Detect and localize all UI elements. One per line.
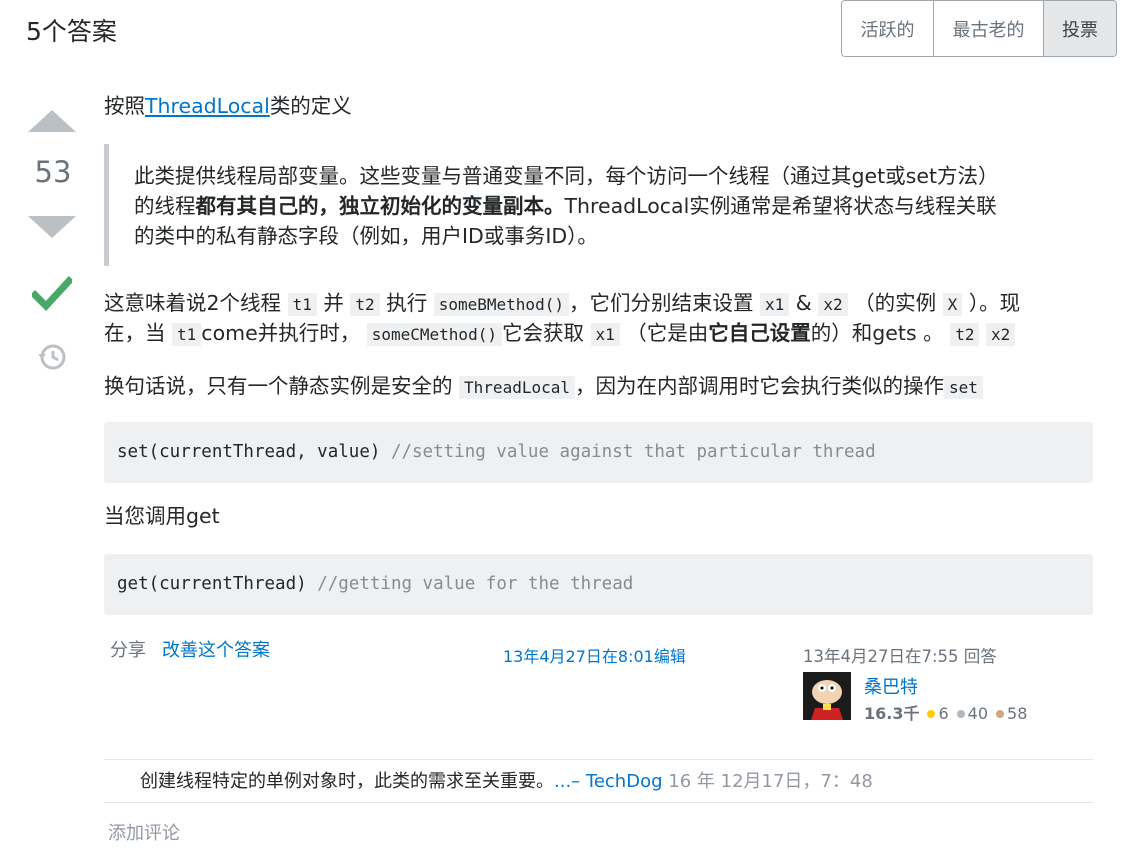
add-comment-link[interactable]: 添加评论 — [108, 819, 180, 845]
arrow-down-icon[interactable] — [28, 216, 76, 238]
gold-badge-count: 6 — [938, 704, 949, 723]
code-comment: //setting value against that particular … — [390, 442, 876, 462]
inline-code: t2 — [350, 293, 380, 316]
paragraph-static-instance: 换句话说，只有一个静态实例是安全的 ThreadLocal ，因为在内部调用时它会… — [104, 372, 983, 402]
quote-line-2: 的线程都有其自己的，独立初始化的变量副本。ThreadLocal实例通常是希望将… — [134, 192, 997, 220]
text: 的）和gets 。 — [810, 321, 944, 345]
inline-code: set — [944, 376, 983, 399]
silver-badge-count: 40 — [967, 704, 989, 723]
silver-badge-icon — [956, 710, 965, 718]
comment-age: 16 年 — [668, 771, 715, 792]
inline-code: t1 — [172, 323, 202, 346]
bold-text: 都有其自己的，独立初始化的变量副本。 — [195, 194, 565, 218]
text: 在，当 — [104, 321, 166, 345]
code-text: get(currentThread) — [117, 574, 307, 594]
text: come并执行时， — [201, 321, 361, 345]
inline-code: x2 — [985, 323, 1016, 346]
inline-code: X — [942, 293, 963, 316]
text: & — [795, 291, 812, 315]
answers-title: 5个答案 — [26, 17, 117, 46]
gold-badge-icon — [927, 710, 936, 718]
share-link[interactable]: 分享 — [110, 636, 146, 662]
code-comment: //getting value for the thread — [317, 574, 634, 594]
text: ）。现 — [968, 291, 1021, 315]
text: 的线程 — [134, 194, 196, 218]
blockquote: 此类提供线程局部变量。这些变量与普通变量不同，每个访问一个线程（通过其get或s… — [104, 144, 1074, 266]
text: （它是由 — [626, 321, 709, 345]
inline-code: someCMethod() — [366, 323, 502, 346]
inline-code: t1 — [287, 293, 317, 316]
quote-line-1: 此类提供线程局部变量。这些变量与普通变量不同，每个访问一个线程（通过其get或s… — [134, 164, 999, 188]
inline-code: x2 — [818, 293, 848, 316]
text: 并 — [323, 291, 344, 315]
text: 类的定义 — [269, 94, 352, 118]
avatar[interactable] — [803, 672, 851, 720]
tab-active[interactable]: 活跃的 — [842, 1, 934, 56]
bold-text: 它自己设置 — [708, 321, 811, 345]
comment-text: 创建线程特定的单例对象时，此类的需求至关重要。 — [140, 771, 554, 792]
sort-tabs: 活跃的 最古老的 投票 — [841, 0, 1117, 57]
text: 换句话说，只有一个静态实例是安全的 — [104, 374, 453, 398]
edited-timestamp-link[interactable]: 13年4月27日在8:01编辑 — [503, 643, 686, 667]
vote-count: 53 — [34, 155, 72, 189]
paragraph-get: 当您调用get — [104, 504, 220, 528]
code-text: set(currentThread, value) — [117, 442, 381, 462]
inline-code: ThreadLocal — [459, 376, 575, 399]
threadlocal-link[interactable]: ThreadLocal — [145, 94, 270, 118]
comment-divider — [104, 759, 1093, 760]
user-avatar-icon — [803, 672, 851, 720]
comment-author-link[interactable]: ...– TechDog — [554, 771, 663, 792]
checkmark-icon — [32, 276, 72, 312]
comment-date: 12月17日，7：48 — [720, 771, 873, 792]
text: 按照 — [104, 94, 145, 118]
text: ，因为在内部调用时它会执行类似的操作 — [575, 374, 944, 398]
inline-code: t2 — [950, 323, 980, 346]
reputation-score: 16.3千 — [864, 704, 920, 723]
text: ，它们分别结束设置 — [568, 291, 754, 315]
tab-votes[interactable]: 投票 — [1044, 1, 1116, 56]
bronze-badge-count: 58 — [1007, 704, 1028, 723]
code-block-get: get(currentThread) //getting value for t… — [104, 554, 1093, 615]
paragraph-explain-line-1: 这意味着说2个线程 t1 并 t2 执行 someBMethod() ，它们分别结… — [104, 289, 1020, 319]
improve-answer-link[interactable]: 改善这个答案 — [162, 636, 270, 662]
code-block-set: set(currentThread, value) //setting valu… — [104, 422, 1093, 483]
tab-oldest[interactable]: 最古老的 — [934, 1, 1044, 56]
inline-code: x1 — [760, 293, 790, 316]
quote-line-3: 的类中的私有静态字段（例如，用户ID或事务ID）。 — [134, 224, 598, 248]
bronze-badge-icon — [996, 710, 1005, 718]
paragraph-definition: 按照ThreadLocal类的定义 — [104, 92, 352, 120]
paragraph-explain-line-2: 在，当 t1 come并执行时， someCMethod() 它会获取 x1 （它是… — [104, 319, 1016, 349]
inline-code: x1 — [590, 323, 620, 346]
history-icon[interactable] — [37, 342, 67, 372]
answered-timestamp: 13年4月27日在7:55 回答 — [803, 647, 997, 666]
text: ThreadLocal实例通常是希望将状态与线程关联 — [564, 194, 997, 218]
text: 它会获取 — [501, 321, 584, 345]
inline-code: someBMethod() — [433, 293, 569, 316]
arrow-up-icon[interactable] — [28, 110, 76, 132]
user-name-link[interactable]: 桑巴特 — [864, 673, 918, 699]
text: 这意味着说2个线程 — [104, 291, 282, 315]
comment-item: 创建线程特定的单例对象时，此类的需求至关重要。...– TechDog 16 年… — [140, 767, 873, 793]
user-reputation: 16.3千 6 40 58 — [864, 700, 1027, 724]
text: 执行 — [386, 291, 428, 315]
comment-divider — [104, 802, 1093, 803]
text: （的实例 — [854, 291, 937, 315]
